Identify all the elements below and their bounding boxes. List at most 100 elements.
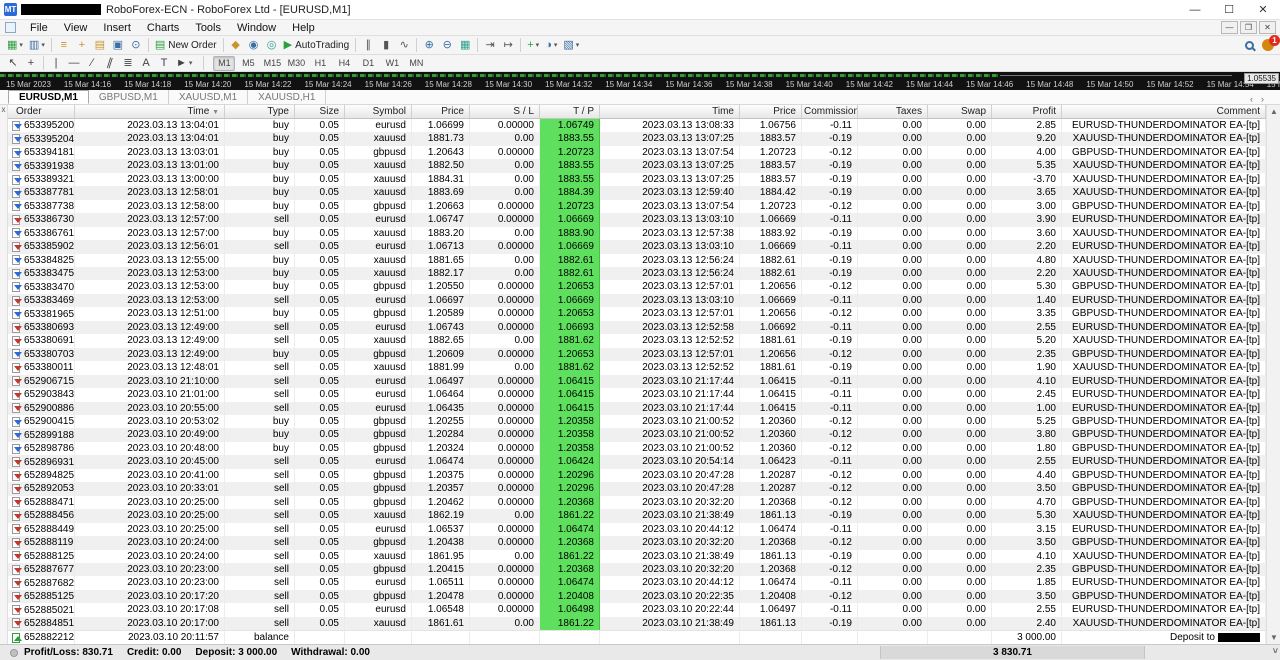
column-header-taxes[interactable]: Taxes — [858, 105, 928, 118]
cursor-icon[interactable]: ↖ — [4, 55, 22, 71]
templates-icon[interactable]: ▧ ▾ — [560, 37, 582, 53]
equidistant-channel-icon[interactable]: ∥ — [101, 55, 119, 71]
new-order-button[interactable]: ▤ New Order — [152, 37, 220, 53]
notifications-icon[interactable]: 1 — [1262, 39, 1274, 51]
tab-scroll-left-icon[interactable]: ‹ — [1250, 94, 1253, 104]
close-button[interactable]: ✕ — [1246, 0, 1280, 19]
statusbar-scroll-down-icon[interactable]: ˅ — [1273, 646, 1278, 656]
timeframe-button[interactable]: M1 — [213, 56, 235, 71]
indicators-icon[interactable]: + ▾ — [524, 37, 542, 53]
mdi-restore-button[interactable]: ❐ — [1240, 21, 1257, 34]
table-row[interactable]: 653381965 2023.03.13 12:51:00 buy 0.05 g… — [8, 307, 1266, 320]
table-row[interactable]: 653380703 2023.03.13 12:49:00 buy 0.05 g… — [8, 348, 1266, 361]
chart-tab[interactable]: GBPUSD,M1 — [89, 90, 169, 104]
column-header-symbol[interactable]: Symbol — [345, 105, 412, 118]
table-row[interactable]: 652906715 2023.03.10 21:10:00 sell 0.05 … — [8, 375, 1266, 388]
zoom-in-icon[interactable]: ⊕ — [420, 37, 438, 53]
menu-item[interactable]: Help — [284, 21, 323, 35]
timeframe-button[interactable]: H1 — [309, 56, 331, 71]
table-row[interactable]: 653380693 2023.03.13 12:49:00 sell 0.05 … — [8, 321, 1266, 334]
menu-item[interactable]: Insert — [95, 21, 139, 35]
search-icon[interactable] — [1245, 41, 1254, 50]
column-header-sl[interactable]: S / L — [470, 105, 540, 118]
community-icon[interactable]: ◉ — [245, 37, 263, 53]
table-row[interactable]: 652885021 2023.03.10 20:17:08 sell 0.05 … — [8, 603, 1266, 616]
scroll-down-icon[interactable]: ▼ — [1267, 631, 1280, 644]
tab-scroll-right-icon[interactable]: › — [1261, 94, 1264, 104]
menu-item[interactable]: Charts — [139, 21, 187, 35]
text-icon[interactable]: A — [137, 55, 155, 71]
vertical-scrollbar[interactable]: ▲ ▼ — [1266, 105, 1280, 644]
market-watch-icon[interactable]: ≡ — [55, 37, 73, 53]
table-row[interactable]: 652888449 2023.03.10 20:25:00 sell 0.05 … — [8, 523, 1266, 536]
text-label-icon[interactable]: T — [155, 55, 173, 71]
maximize-button[interactable]: ☐ — [1212, 0, 1246, 19]
table-row[interactable]: 652888125 2023.03.10 20:24:00 sell 0.05 … — [8, 550, 1266, 563]
vertical-line-icon[interactable]: | — [47, 55, 65, 71]
table-row[interactable]: 652884851 2023.03.10 20:17:00 sell 0.05 … — [8, 617, 1266, 630]
timeframe-button[interactable]: MN — [405, 56, 427, 71]
timeframe-button[interactable]: M30 — [285, 56, 307, 71]
table-row[interactable]: 653383475 2023.03.13 12:53:00 buy 0.05 x… — [8, 267, 1266, 280]
strategy-tester-icon[interactable]: ⊙ — [127, 37, 145, 53]
timeframe-button[interactable]: M15 — [261, 56, 283, 71]
table-row[interactable]: 652888456 2023.03.10 20:25:00 sell 0.05 … — [8, 509, 1266, 522]
menu-item[interactable]: View — [56, 21, 96, 35]
column-header-open-time[interactable]: Time ▼ — [75, 105, 225, 118]
table-row[interactable]: 652900886 2023.03.10 20:55:00 sell 0.05 … — [8, 402, 1266, 415]
timeframe-button[interactable]: W1 — [381, 56, 403, 71]
scroll-up-icon[interactable]: ▲ — [1267, 105, 1280, 118]
candlestick-chart-icon[interactable]: ▮ — [377, 37, 395, 53]
table-row[interactable]: 652888119 2023.03.10 20:24:00 sell 0.05 … — [8, 536, 1266, 549]
toolbox-close-icon[interactable]: x — [2, 105, 6, 114]
table-row[interactable]: 653380011 2023.03.13 12:48:01 sell 0.05 … — [8, 361, 1266, 374]
mdi-minimize-button[interactable]: — — [1221, 21, 1238, 34]
timeframe-button[interactable]: H4 — [333, 56, 355, 71]
navigator-icon[interactable]: ▤ — [91, 37, 109, 53]
table-row[interactable]: 653385902 2023.03.13 12:56:01 sell 0.05 … — [8, 240, 1266, 253]
column-header-profit[interactable]: Profit — [992, 105, 1062, 118]
table-row[interactable]: 652887677 2023.03.10 20:23:00 sell 0.05 … — [8, 563, 1266, 576]
menu-item[interactable]: File — [22, 21, 56, 35]
table-row[interactable]: 652896931 2023.03.10 20:45:00 sell 0.05 … — [8, 455, 1266, 468]
fibonacci-icon[interactable]: ≣ — [119, 55, 137, 71]
table-row[interactable]: 653394181 2023.03.13 13:03:01 buy 0.05 g… — [8, 146, 1266, 159]
table-row[interactable]: 653386730 2023.03.13 12:57:00 sell 0.05 … — [8, 213, 1266, 226]
terminal-icon[interactable]: ▣ — [109, 37, 127, 53]
column-header-close-time[interactable]: Time — [600, 105, 740, 118]
column-header-close-price[interactable]: Price — [740, 105, 802, 118]
periods-icon[interactable]: ◑ ▾ — [542, 37, 560, 53]
timeframe-button[interactable]: M5 — [237, 56, 259, 71]
profiles-icon[interactable]: ▥ ▾ — [26, 37, 48, 53]
menu-item[interactable]: Window — [229, 21, 284, 35]
table-row[interactable]: 653387781 2023.03.13 12:58:01 buy 0.05 x… — [8, 186, 1266, 199]
table-row[interactable]: 653383469 2023.03.13 12:53:00 sell 0.05 … — [8, 294, 1266, 307]
arrows-icon[interactable]: ► ▾ — [173, 55, 195, 71]
metaeditor-icon[interactable]: ◆ — [227, 37, 245, 53]
chart-tab[interactable]: XAUUSD,H1 — [248, 90, 326, 104]
table-row[interactable]: 652894825 2023.03.10 20:41:00 sell 0.05 … — [8, 469, 1266, 482]
column-header-order[interactable]: Order — [8, 105, 75, 118]
new-chart-icon[interactable]: ▦ ▾ — [4, 37, 26, 53]
table-row[interactable]: 652892053 2023.03.10 20:33:01 sell 0.05 … — [8, 482, 1266, 495]
column-header-size[interactable]: Size — [295, 105, 345, 118]
trendline-icon[interactable]: ∕ — [83, 55, 101, 71]
timeframe-button[interactable]: D1 — [357, 56, 379, 71]
chart-tab[interactable]: EURUSD,M1 — [8, 90, 89, 104]
table-row[interactable]: 652900415 2023.03.10 20:53:02 buy 0.05 g… — [8, 415, 1266, 428]
line-chart-icon[interactable]: ∿ — [395, 37, 413, 53]
table-row[interactable]: 653391938 2023.03.13 13:01:00 buy 0.05 x… — [8, 159, 1266, 172]
table-row[interactable]: 653389321 2023.03.13 13:00:00 buy 0.05 x… — [8, 173, 1266, 186]
auto-scroll-icon[interactable]: ⇥ — [481, 37, 499, 53]
chart-shift-icon[interactable]: ↦ — [499, 37, 517, 53]
data-window-icon[interactable]: + — [73, 37, 91, 53]
chart-strip[interactable]: 15 Mar 2023 15 Mar 14:16 15 Mar 14:18 15… — [0, 72, 1280, 90]
table-row[interactable]: 652888471 2023.03.10 20:25:00 sell 0.05 … — [8, 496, 1266, 509]
column-header-type[interactable]: Type — [225, 105, 295, 118]
table-row[interactable]: 653395204 2023.03.13 13:04:01 buy 0.05 x… — [8, 132, 1266, 145]
table-row[interactable]: 653386761 2023.03.13 12:57:00 buy 0.05 x… — [8, 227, 1266, 240]
table-row[interactable]: 652899188 2023.03.10 20:49:00 buy 0.05 g… — [8, 428, 1266, 441]
table-row[interactable]: 653387738 2023.03.13 12:58:00 buy 0.05 g… — [8, 200, 1266, 213]
table-row[interactable]: 652903843 2023.03.10 21:01:00 sell 0.05 … — [8, 388, 1266, 401]
table-row[interactable]: 652887682 2023.03.10 20:23:00 sell 0.05 … — [8, 576, 1266, 589]
